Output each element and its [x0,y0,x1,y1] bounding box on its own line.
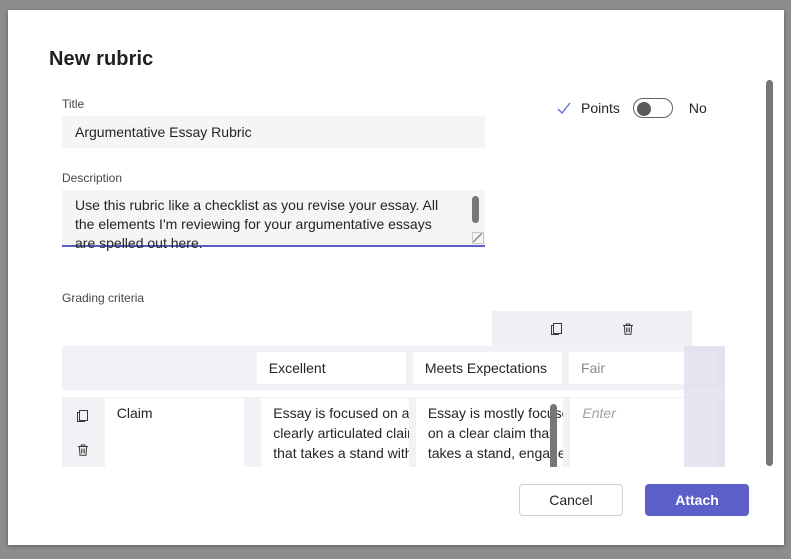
points-toggle-state: No [689,100,707,116]
points-toggle[interactable] [633,98,673,118]
description-field-group: Description Use this rubric like a check… [62,171,485,247]
points-label: Points [581,100,620,116]
dialog-scroll-body: Title Points No Description Use this rub… [8,78,784,474]
grading-criteria-label: Grading criteria [62,291,144,305]
dialog-footer: Cancel Attach [8,467,784,545]
table-row: Claim Essay is focused on a clearly arti… [62,397,725,474]
row-actions [62,397,105,474]
criteria-cell-1[interactable]: Essay is mostly focused on a clear claim… [416,398,564,474]
new-rubric-dialog: New rubric Title Points No Description U… [8,10,784,545]
column-header-input-1[interactable]: Meets Expectations [413,352,562,384]
criteria-cell-text-1: Essay is mostly focused on a clear claim… [428,403,564,474]
title-input[interactable] [62,116,485,148]
delete-row-button[interactable] [72,439,94,461]
description-resize-handle[interactable] [472,232,484,244]
column-header-input-0[interactable]: Excellent [257,352,406,384]
checkmark-icon [556,100,572,116]
description-scrollbar[interactable] [472,196,479,223]
criterion-name-input[interactable]: Claim [105,398,245,474]
description-label: Description [62,171,485,185]
dialog-title: New rubric [49,48,153,71]
grading-criteria-grid: Excellent Meets Expectations Fair [62,311,725,474]
cancel-button[interactable]: Cancel [519,484,623,516]
title-field-group: Title [62,97,485,148]
dialog-scrollbar-track[interactable] [766,80,773,466]
column-hover-toolbar [492,311,692,346]
header-spacer [62,346,257,390]
partial-column-overlay [684,346,725,474]
criteria-cell-0[interactable]: Essay is focused on a clearly articulate… [261,398,409,474]
criterion-name-text: Claim [117,403,245,423]
description-textarea[interactable]: Use this rubric like a checklist as you … [62,190,485,247]
criteria-cell-text-0: Essay is focused on a clearly articulate… [273,403,409,474]
points-toggle-group: Points No [556,98,707,118]
title-label: Title [62,97,485,111]
toggle-knob [637,102,651,116]
criteria-cell-scrollbar-1[interactable] [550,404,557,469]
criteria-header-row: Excellent Meets Expectations Fair [62,346,725,390]
copy-row-button[interactable] [72,405,94,427]
attach-button[interactable]: Attach [645,484,749,516]
description-text: Use this rubric like a checklist as you … [75,196,453,253]
dialog-scrollbar-thumb[interactable] [766,80,773,466]
copy-column-button[interactable] [546,318,568,340]
delete-column-button[interactable] [617,318,639,340]
